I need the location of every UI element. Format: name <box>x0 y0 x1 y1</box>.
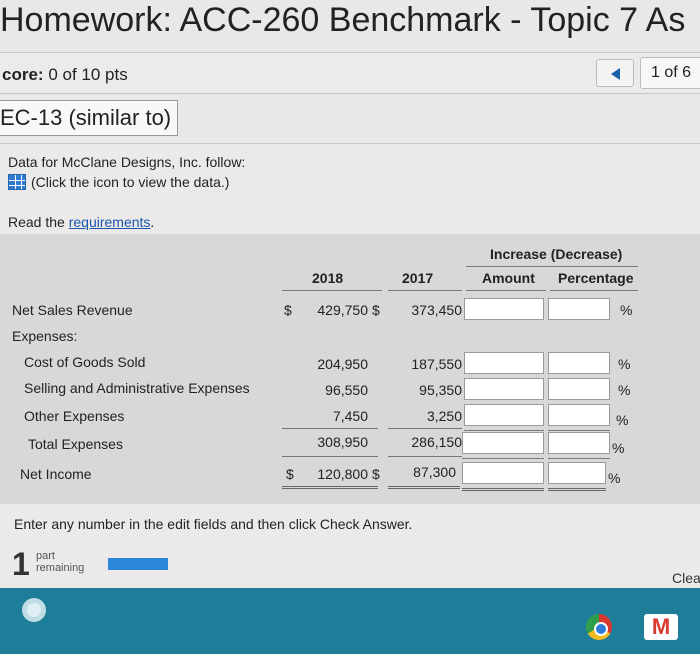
instructions-text: Enter any number in the edit fields and … <box>14 516 413 532</box>
score-value: 0 of 10 pts <box>48 65 128 84</box>
score-label: core: <box>2 65 44 84</box>
parts-remaining: 1 part remaining Clea <box>0 544 700 586</box>
gmail-icon[interactable]: M <box>644 614 678 640</box>
total-expenses-percentage-input[interactable] <box>548 432 610 454</box>
selling-admin-amount-input[interactable] <box>464 378 544 400</box>
data-table-icon[interactable] <box>8 174 26 190</box>
progress-bar <box>108 558 168 570</box>
row-label-other-expenses: Other Expenses <box>24 408 125 424</box>
header-increase-decrease: Increase (Decrease) <box>490 246 623 262</box>
question-panel: Data for McClane Designs, Inc. follow: (… <box>0 144 700 586</box>
intro-text: Data for McClane Designs, Inc. follow: <box>8 154 246 170</box>
cogs-amount-input[interactable] <box>464 352 544 374</box>
header-amount: Amount <box>482 270 535 286</box>
percent-sign: % <box>612 440 625 456</box>
total-expenses-2018: 308,950 <box>317 434 368 450</box>
page-title: Homework: ACC-260 Benchmark - Topic 7 As <box>0 1 686 39</box>
question-pager[interactable]: 1 of 6 <box>640 57 700 89</box>
dollar-sign: $ <box>372 302 380 318</box>
parts-label-line2: remaining <box>36 562 85 574</box>
net-sales-amount-input[interactable] <box>464 298 544 320</box>
total-expenses-amount-input[interactable] <box>462 432 544 454</box>
percent-sign: % <box>618 356 631 372</box>
cogs-2017: 187,550 <box>411 356 462 372</box>
row-label-expenses: Expenses: <box>12 328 78 344</box>
percent-sign: % <box>608 470 621 486</box>
other-expenses-2018: 7,450 <box>332 408 368 424</box>
row-label-cogs: Cost of Goods Sold <box>24 354 146 370</box>
net-sales-2017: 373,450 <box>411 302 462 318</box>
requirements-link[interactable]: requirements <box>69 214 151 230</box>
clear-all-button[interactable]: Clea <box>672 570 700 586</box>
view-data-text[interactable]: (Click the icon to view the data.) <box>31 174 229 190</box>
other-expenses-percentage-input[interactable] <box>548 404 610 426</box>
arrow-left-icon <box>611 68 620 80</box>
row-label-net-income: Net Income <box>20 466 92 482</box>
taskbar: M <box>0 588 700 654</box>
net-income-2018: 120,800 <box>317 466 368 482</box>
score-bar: core: 0 of 10 pts 1 of 6 <box>0 52 700 94</box>
score: core: 0 of 10 pts <box>2 65 128 85</box>
selling-admin-percentage-input[interactable] <box>548 378 610 400</box>
row-label-selling-admin: Selling and Administrative Expenses <box>24 380 250 396</box>
view-data-link[interactable]: (Click the icon to view the data.) <box>8 174 229 190</box>
parts-count: 1 <box>12 546 30 582</box>
dollar-sign: $ <box>286 466 294 482</box>
cogs-percentage-input[interactable] <box>548 352 610 374</box>
dollar-sign: $ <box>284 302 292 318</box>
cogs-2018: 204,950 <box>317 356 368 372</box>
net-sales-2018: 429,750 <box>317 302 368 318</box>
header-percentage: Percentage <box>558 270 634 286</box>
chrome-icon[interactable] <box>586 614 612 640</box>
launcher-icon[interactable] <box>22 598 46 622</box>
header-2018: 2018 <box>312 270 344 286</box>
percent-sign: % <box>616 412 629 428</box>
dollar-sign: $ <box>372 466 380 482</box>
other-expenses-amount-input[interactable] <box>464 404 544 426</box>
parts-label-line1: part <box>36 550 55 562</box>
percent-sign: % <box>620 302 633 318</box>
req-prefix: Read the <box>8 214 69 230</box>
other-expenses-2017: 3,250 <box>426 408 462 424</box>
question-header: EC-13 (similar to) <box>0 94 700 144</box>
row-label-net-sales: Net Sales Revenue <box>12 302 133 318</box>
net-income-amount-input[interactable] <box>462 462 544 484</box>
net-income-percentage-input[interactable] <box>548 462 606 484</box>
previous-question-button[interactable] <box>596 59 634 87</box>
comparison-table: Increase (Decrease) 2018 2017 Amount Per… <box>0 234 700 504</box>
req-suffix: . <box>150 214 155 230</box>
header-2017: 2017 <box>402 270 434 286</box>
net-income-2017: 87,300 <box>413 464 456 480</box>
net-sales-percentage-input[interactable] <box>548 298 610 320</box>
selling-admin-2018: 96,550 <box>325 382 368 398</box>
requirements-line: Read the requirements. <box>8 214 154 230</box>
question-id: EC-13 (similar to) <box>0 100 179 136</box>
percent-sign: % <box>618 382 631 398</box>
selling-admin-2017: 95,350 <box>419 382 462 398</box>
parts-label: part remaining <box>36 550 84 574</box>
total-expenses-2017: 286,150 <box>411 434 462 450</box>
row-label-total-expenses: Total Expenses <box>28 436 123 452</box>
